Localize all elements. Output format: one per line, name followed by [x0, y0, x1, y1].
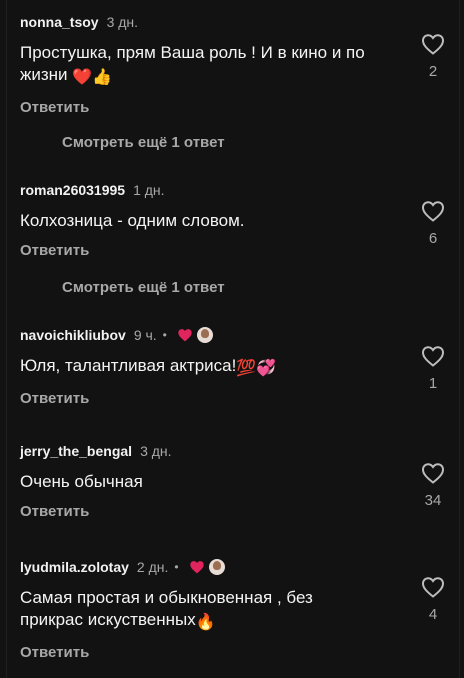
comment-text: Колхозница - одним словом.	[20, 211, 245, 230]
comment-text: Юля, талантливая актриса!💯💞	[20, 356, 277, 377]
reply-button[interactable]: Ответить	[20, 242, 459, 259]
heart-outline-icon[interactable]	[421, 33, 445, 55]
comment-username[interactable]: jerry_the_bengal	[20, 443, 132, 459]
comment-text: Простушка, прям Ваша роль ! И в кино и п…	[20, 43, 365, 86]
comments-panel: nonna_tsoy 3 дн. Простушка, прям Ваша ро…	[6, 0, 460, 678]
comment-time: 1 дн.	[133, 182, 165, 198]
like-column: 1	[407, 345, 459, 392]
comment-username[interactable]: roman26031995	[20, 182, 125, 198]
comment-username[interactable]: navoichikliubov	[20, 327, 126, 343]
reply-button[interactable]: Ответить	[20, 503, 459, 520]
comment-meta: jerry_the_bengal 3 дн.	[20, 441, 459, 461]
reply-button[interactable]: Ответить	[20, 99, 459, 116]
comment-item: lyudmila.zolotay 2 дн. • Самая простая и…	[20, 557, 459, 661]
comment-emoji: 🔥	[195, 614, 216, 631]
comment-meta: lyudmila.zolotay 2 дн. •	[20, 557, 459, 577]
creator-avatar	[196, 327, 213, 343]
comment-item: nonna_tsoy 3 дн. Простушка, прям Ваша ро…	[20, 12, 459, 116]
comment-time: 3 дн.	[140, 443, 172, 459]
separator-dot: •	[162, 328, 167, 342]
red-heart-icon	[178, 329, 192, 342]
comment-meta: navoichikliubov 9 ч. •	[20, 325, 459, 345]
comment-username[interactable]: lyudmila.zolotay	[20, 559, 129, 575]
creator-avatar	[208, 559, 225, 575]
comment-username[interactable]: nonna_tsoy	[20, 14, 99, 30]
comment-time: 3 дн.	[106, 14, 139, 30]
view-more-replies[interactable]: Смотреть ещё 1 ответ	[62, 279, 225, 296]
like-count: 4	[428, 606, 438, 623]
comment-time: 2 дн.	[136, 559, 169, 575]
comment-meta: roman26031995 1 дн.	[20, 180, 459, 200]
comment-emoji: ❤️👍	[72, 69, 113, 86]
comment-item: roman26031995 1 дн. Колхозница - одним с…	[20, 180, 459, 259]
like-count: 34	[424, 492, 442, 509]
like-column: 4	[407, 576, 459, 623]
like-count: 1	[428, 375, 438, 392]
like-count: 6	[428, 230, 438, 247]
comment-time: 9 ч.	[133, 327, 157, 343]
like-column: 2	[407, 33, 459, 80]
comment-text: Очень обычная	[20, 472, 143, 491]
heart-outline-icon[interactable]	[421, 345, 445, 367]
comment-item: navoichikliubov 9 ч. • Юля, талантливая …	[20, 325, 459, 407]
heart-outline-icon[interactable]	[421, 200, 445, 222]
reply-button[interactable]: Ответить	[20, 390, 459, 407]
heart-outline-icon[interactable]	[421, 462, 445, 484]
heart-outline-icon[interactable]	[421, 576, 445, 598]
comment-emoji: 💯💞	[236, 360, 277, 377]
like-column: 6	[407, 200, 459, 247]
comment-meta: nonna_tsoy 3 дн.	[20, 12, 459, 32]
like-column: 34	[407, 462, 459, 509]
comment-text: Самая простая и обыкновенная , без прикр…	[20, 588, 313, 631]
separator-dot: •	[174, 560, 179, 574]
view-more-replies[interactable]: Смотреть ещё 1 ответ	[62, 134, 225, 151]
like-count: 2	[428, 63, 438, 80]
red-heart-icon	[189, 561, 204, 574]
reply-button[interactable]: Ответить	[20, 644, 459, 661]
comment-item: jerry_the_bengal 3 дн. Очень обычная Отв…	[20, 441, 459, 520]
